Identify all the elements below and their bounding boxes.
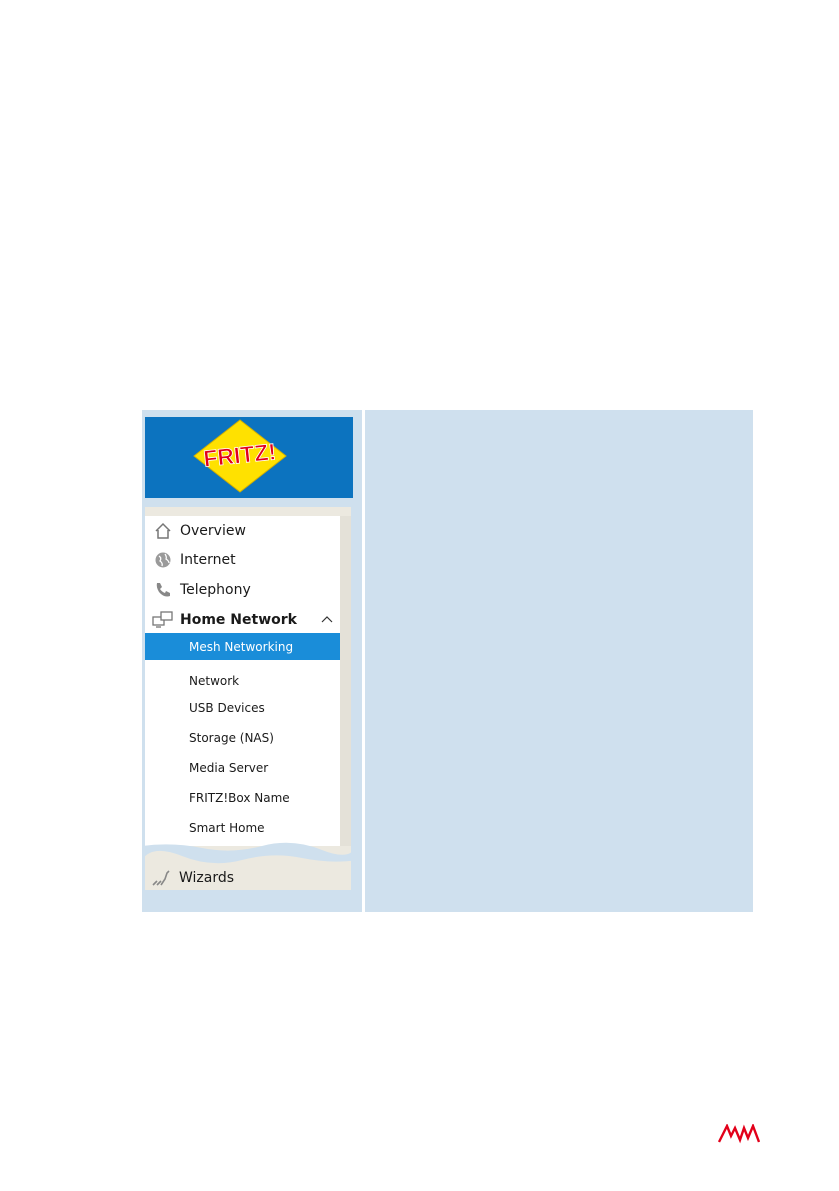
nav-item-label: Internet (180, 552, 236, 568)
globe-icon (152, 549, 174, 571)
nav-item-telephony[interactable]: Telephony (145, 576, 340, 604)
avm-logo (718, 1124, 760, 1144)
nav-item-label: Overview (180, 523, 246, 539)
home-icon (152, 520, 174, 542)
subnav-mesh-networking[interactable]: Mesh Networking (145, 633, 340, 660)
sidebar-menu: Overview Internet Telephony Home Network… (145, 516, 340, 846)
subnav-usb-devices[interactable]: USB Devices (145, 694, 340, 721)
nav-item-label: Wizards (179, 870, 235, 886)
nav-item-internet[interactable]: Internet (145, 546, 340, 574)
chevron-up-icon[interactable] (320, 612, 334, 626)
wizard-icon (151, 867, 173, 889)
subnav-storage[interactable]: Storage (NAS) (145, 724, 340, 751)
nav-item-home-network[interactable]: Home Network (145, 606, 340, 634)
nav-item-label: Telephony (180, 582, 251, 598)
subnav-media-server[interactable]: Media Server (145, 754, 340, 781)
nav-item-label: Home Network (180, 612, 297, 628)
subnav-fritzbox-name[interactable]: FRITZ!Box Name (145, 784, 340, 811)
fritz-logo[interactable]: FRITZ! (190, 418, 290, 494)
nav-item-wizards[interactable]: Wizards (145, 866, 340, 890)
subnav-smart-home[interactable]: Smart Home (145, 814, 340, 841)
phone-icon (152, 579, 174, 601)
torn-edge (142, 842, 357, 864)
network-icon (152, 609, 174, 631)
panel-divider (362, 410, 365, 912)
menu-scrollbar[interactable] (340, 516, 351, 846)
subnav-network[interactable]: Network (145, 667, 340, 694)
nav-item-overview[interactable]: Overview (145, 517, 340, 545)
